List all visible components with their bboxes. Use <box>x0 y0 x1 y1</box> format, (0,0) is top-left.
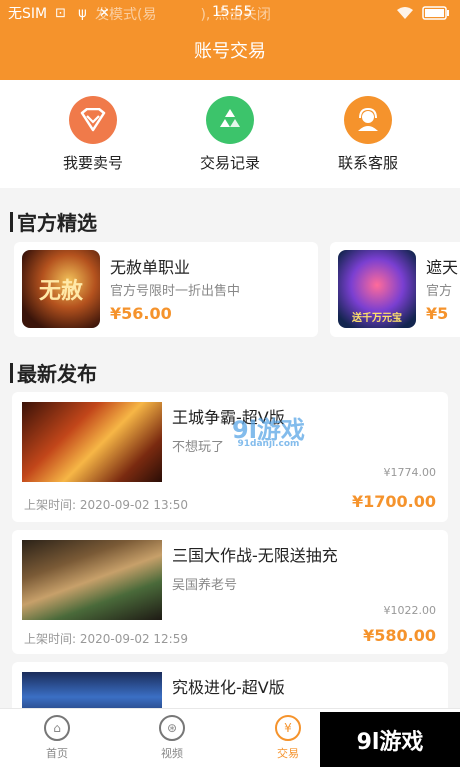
status-time: 15:55 <box>212 4 253 20</box>
sell-account-button[interactable]: 我要卖号 <box>33 96 153 173</box>
pick-name: 遮天 <box>426 258 459 277</box>
listing-time: 上架时间: 2020-09-02 13:50 <box>24 498 188 512</box>
original-price: ¥1774.00 <box>383 466 437 479</box>
official-picks-title: 官方精选 <box>17 211 97 235</box>
game-thumbnail: 无赦 <box>22 250 100 328</box>
status-right-icons <box>396 6 450 20</box>
listing-thumbnail <box>22 402 162 482</box>
tab-label: 首页 <box>46 747 68 760</box>
corner-watermark: 9l游戏 <box>320 712 460 767</box>
tab-video[interactable]: ⊛ 视频 <box>132 715 212 761</box>
listing-price: ¥1700.00 <box>351 492 436 511</box>
pick-price: ¥56.00 <box>110 304 172 323</box>
tab-home[interactable]: ⌂ 首页 <box>17 715 97 761</box>
official-pick-card[interactable]: 送千万元宝 遮天 官方 ¥5 <box>330 242 460 337</box>
heading-bar <box>10 211 13 232</box>
pick-name: 无赦单职业 <box>110 258 191 277</box>
listing-subtitle: 吴国养老号 <box>172 578 238 593</box>
yen-exchange-icon: ¥ <box>275 715 301 741</box>
pick-desc: 官方 <box>426 284 453 299</box>
heading-bar <box>10 362 13 383</box>
page-title: 账号交易 <box>0 26 460 80</box>
recycle-icon <box>206 96 254 144</box>
status-bar: 无SIM ⊡ ψ ✕ 发模式(易), 点击关闭 15:55 <box>0 0 460 26</box>
contact-support-label: 联系客服 <box>337 154 398 172</box>
carrier-label: 无SIM <box>8 6 48 22</box>
tab-label: 交易 <box>277 747 299 760</box>
listing-title: 三国大作战-无限送抽充 <box>172 546 338 565</box>
quick-actions: 我要卖号 交易记录 联系客服 <box>0 80 460 188</box>
latest-title: 最新发布 <box>17 362 97 386</box>
pick-desc: 官方号限时一折出售中 <box>110 284 241 299</box>
listing-subtitle: 不想玩了 <box>172 440 225 455</box>
contact-support-button[interactable]: 联系客服 <box>308 96 428 173</box>
trade-records-button[interactable]: 交易记录 <box>170 96 290 173</box>
official-pick-card[interactable]: 无赦 无赦单职业 官方号限时一折出售中 ¥56.00 <box>14 242 318 337</box>
listing-price: ¥580.00 <box>363 626 436 645</box>
listing-thumbnail <box>22 540 162 620</box>
wifi-icon <box>397 7 413 19</box>
listing-card[interactable]: 三国大作战-无限送抽充 吴国养老号 ¥1022.00 上架时间: 2020-09… <box>12 530 448 654</box>
home-icon: ⌂ <box>44 715 70 741</box>
customer-service-icon <box>344 96 392 144</box>
sell-account-label: 我要卖号 <box>62 154 123 172</box>
battery-icon <box>422 6 449 20</box>
tab-trade[interactable]: ¥ 交易 <box>248 715 328 761</box>
latest-heading: 最新发布 <box>10 358 97 387</box>
official-picks-heading: 官方精选 <box>10 207 97 236</box>
notice-text: 发模式(易 <box>95 7 157 23</box>
trade-records-label: 交易记录 <box>199 154 260 172</box>
game-thumbnail: 送千万元宝 <box>338 250 416 328</box>
video-reel-icon: ⊛ <box>159 715 185 741</box>
thumbnail-caption: 无赦 <box>38 278 83 304</box>
listing-title: 究极进化-超V版 <box>172 678 285 697</box>
watermark-domain: 91danji.com <box>237 439 300 449</box>
original-price: ¥1022.00 <box>383 604 437 617</box>
tab-label: 视频 <box>161 747 183 760</box>
listing-time: 上架时间: 2020-09-02 12:59 <box>24 632 188 646</box>
diamond-icon <box>69 96 117 144</box>
thumbnail-caption: 送千万元宝 <box>352 313 402 324</box>
listing-card[interactable]: 王城争霸-超V版 不想玩了 ¥1774.00 上架时间: 2020-09-02 … <box>12 392 448 522</box>
site-watermark: 9l游戏 91danji.com <box>232 410 305 449</box>
pick-price: ¥5 <box>426 304 449 323</box>
